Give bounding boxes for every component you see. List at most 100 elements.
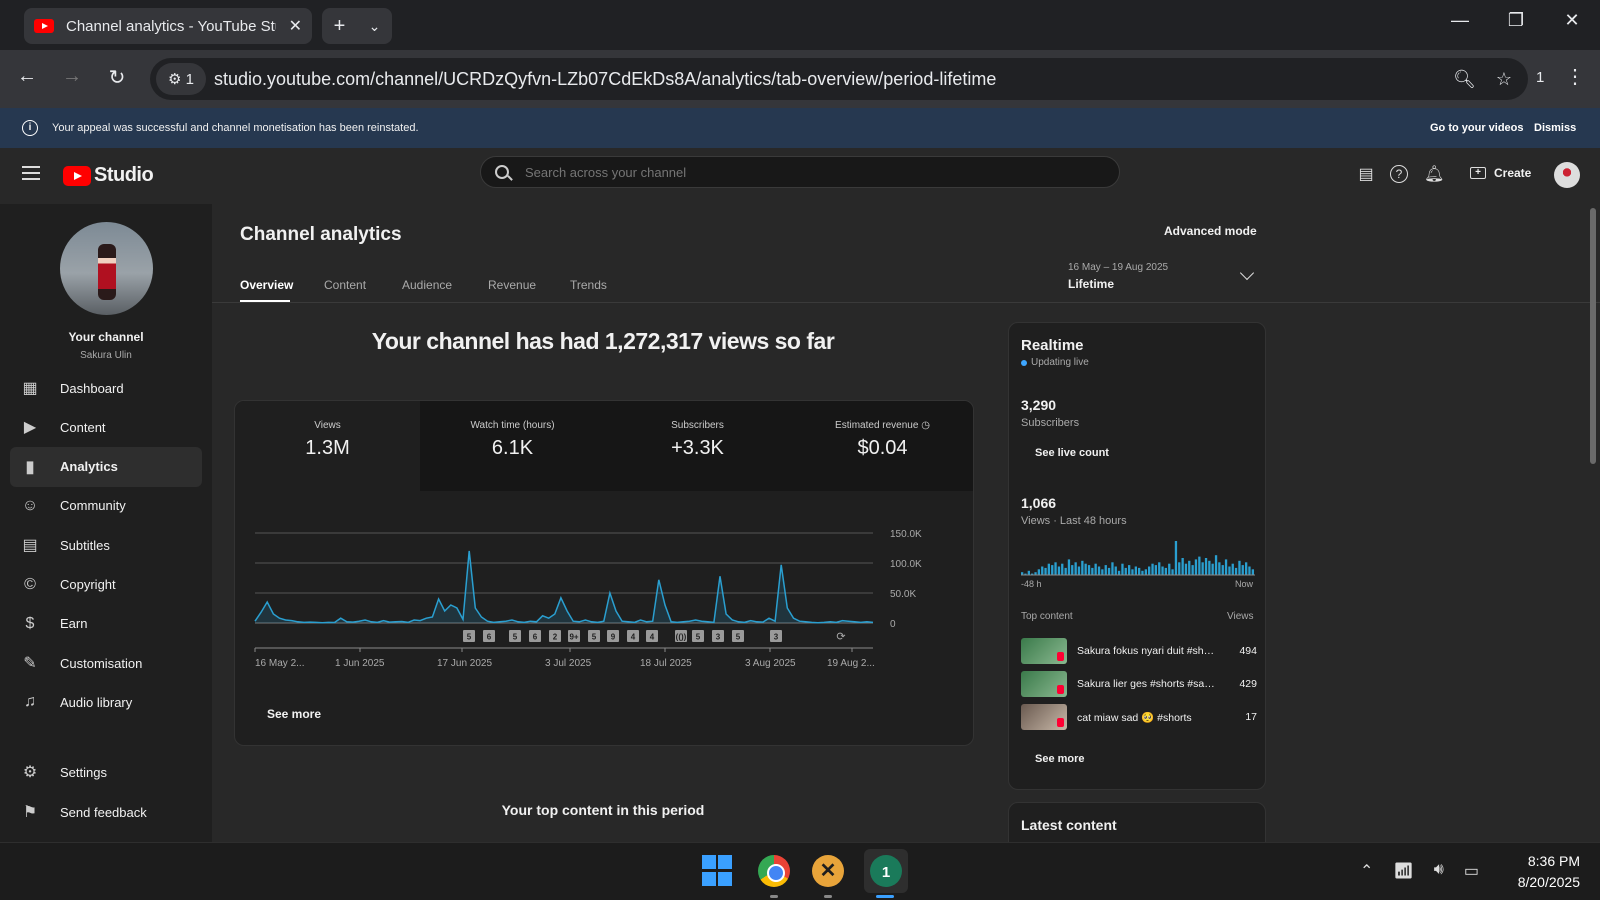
search-bar[interactable] (480, 156, 1120, 188)
metric-estimated-revenue[interactable]: Estimated revenue ◷ $0.04 (790, 401, 973, 491)
address-bar[interactable]: ⚙ 1 studio.youtube.com/channel/UCRDzQyfv… (150, 58, 1528, 100)
channel-avatar[interactable] (60, 222, 153, 315)
x-app-icon[interactable]: ✕ (812, 855, 844, 887)
notification-banner: i Your appeal was successful and channel… (0, 108, 1600, 148)
x-tick-label: 3 Jul 2025 (545, 658, 592, 669)
page-scrollbar[interactable] (1590, 208, 1596, 464)
tray-chevron-up-icon[interactable]: ⌃ (1360, 861, 1373, 881)
restore-icon[interactable]: ❐ (1496, 10, 1536, 31)
new-tab-button[interactable]: + (334, 15, 346, 38)
sidebar-item-send-feedback[interactable]: ⚑ Send feedback (10, 792, 202, 832)
browser-menu-icon[interactable]: ⋮ (1565, 64, 1585, 89)
menu-hamburger-icon[interactable] (22, 166, 40, 184)
url-text[interactable]: studio.youtube.com/channel/UCRDzQyfvn-LZ… (214, 69, 996, 90)
advanced-mode-button[interactable]: Advanced mode (1152, 216, 1269, 246)
studio-logo-text: Studio (94, 164, 154, 186)
realtime-see-more-button[interactable]: See more (1023, 747, 1097, 771)
top-content-item[interactable]: Sakura fokus nyari duit #shorts 494 (1021, 637, 1257, 665)
site-info-chip[interactable]: ⚙ 1 (156, 63, 206, 95)
video-marker-label: 6 (487, 633, 492, 642)
latest-content-card: Latest content (1008, 802, 1266, 842)
sidebar-item-audio-library[interactable]: ♫ Audio library (10, 682, 202, 722)
go-to-videos-button[interactable]: Go to your videos (1430, 122, 1524, 134)
active-app-icon[interactable]: 1 (864, 849, 908, 893)
sidebar-item-label: Audio library (60, 694, 133, 710)
volume-icon[interactable]: 🔊︎ (1434, 861, 1444, 881)
account-avatar[interactable] (1554, 162, 1580, 188)
date-period[interactable]: Lifetime (1068, 277, 1114, 291)
comments-icon[interactable]: ▤ (1356, 164, 1376, 184)
clock-time: 8:36 PM (1527, 853, 1580, 869)
extension-count[interactable]: 1 (1536, 69, 1544, 86)
top-content-item[interactable]: Sakura lier ges #shorts #sakura 429 (1021, 670, 1257, 698)
browser-tab[interactable]: Channel analytics - YouTube Studio ✕ (24, 8, 312, 44)
realtime-bar (1084, 563, 1087, 575)
dismiss-button[interactable]: Dismiss (1534, 122, 1576, 134)
help-icon[interactable]: ? (1390, 165, 1408, 183)
sidebar-item-settings[interactable]: ⚙ Settings (10, 752, 202, 792)
studio-logo[interactable]: Studio (63, 164, 154, 187)
top-content-title: Your top content in this period (501, 802, 705, 818)
sidebar-item-community[interactable]: ☺ Community (10, 486, 202, 526)
realtime-bar (1071, 565, 1074, 575)
views-headline: Your channel has had 1,272,317 views so … (371, 328, 835, 354)
see-more-button[interactable]: See more (257, 701, 331, 727)
realtime-axis-end: Now (1235, 579, 1254, 589)
bookmark-star-icon[interactable]: ☆ (1496, 69, 1512, 90)
forward-icon[interactable]: → (57, 65, 87, 88)
realtime-bar (1064, 567, 1067, 575)
tab-trends[interactable]: Trends (570, 278, 607, 292)
sidebar-item-analytics[interactable]: ▮ Analytics (10, 446, 202, 487)
sidebar-item-dashboard[interactable]: ▦ Dashboard (10, 368, 202, 408)
sidebar-item-customisation[interactable]: ✎ Customisation (10, 643, 202, 683)
metric-label: Views (314, 420, 341, 431)
metric-value: 1.3M (305, 437, 350, 459)
sidebar-item-content[interactable]: ▶ Content (10, 407, 202, 447)
video-title: Sakura fokus nyari duit #shorts (1077, 645, 1217, 657)
tab-close-icon[interactable]: ✕ (289, 16, 302, 36)
windows-start-icon[interactable] (702, 855, 734, 887)
realtime-bar (1234, 567, 1238, 575)
realtime-bar (1061, 563, 1064, 575)
see-live-count-button[interactable]: See live count (1023, 441, 1121, 465)
tab-revenue[interactable]: Revenue (488, 278, 536, 292)
metric-value: +3.3K (671, 437, 724, 459)
system-clock[interactable]: 8:36 PM 8/20/2025 (1500, 851, 1580, 893)
metric-views[interactable]: Views 1.3M (235, 401, 420, 491)
metric-watch-time[interactable]: Watch time (hours) 6.1K (420, 401, 605, 491)
sidebar-item-earn[interactable]: $ Earn (10, 604, 202, 644)
realtime-bar (1238, 560, 1241, 575)
sidebar-item-subtitles[interactable]: ▤ Subtitles (10, 525, 202, 565)
search-input[interactable] (525, 164, 1085, 180)
realtime-bar (1138, 567, 1141, 575)
sidebar-item-copyright[interactable]: © Copyright (10, 565, 202, 605)
y-tick-label: 100.0K (890, 559, 922, 570)
date-dropdown-chevron-icon[interactable] (1239, 265, 1255, 281)
top-content-item[interactable]: cat miaw sad 🥺 #shorts 17 (1021, 703, 1257, 731)
zoom-icon[interactable]: 🔍︎ (1453, 69, 1476, 90)
copyright-icon: © (24, 575, 36, 593)
metric-subscribers[interactable]: Subscribers +3.3K (605, 401, 790, 491)
date-range[interactable]: 16 May – 19 Aug 2025 (1068, 262, 1168, 273)
wifi-icon[interactable]: 📶︎ (1393, 861, 1413, 881)
tab-search-chevron-icon[interactable]: ⌄ (369, 18, 381, 35)
tab-audience[interactable]: Audience (402, 278, 452, 292)
minimize-icon[interactable]: — (1440, 10, 1480, 31)
tab-content[interactable]: Content (324, 278, 366, 292)
window-close-icon[interactable]: ✕ (1552, 10, 1592, 31)
chrome-icon[interactable] (758, 855, 790, 887)
tab-overview[interactable]: Overview (240, 278, 293, 292)
battery-icon[interactable]: ▭ (1464, 861, 1479, 881)
video-marker-label: (()) (676, 633, 687, 642)
x-tick-label: 3 Aug 2025 (745, 658, 796, 669)
realtime-bar (1161, 566, 1164, 575)
realtime-bar (1057, 566, 1061, 575)
realtime-bar (1221, 565, 1224, 575)
notifications-bell-icon[interactable]: 🔔︎ (1424, 164, 1444, 184)
realtime-axis-start: -48 h (1021, 579, 1042, 589)
back-icon[interactable]: ← (12, 65, 42, 88)
sidebar-item-label: Analytics (60, 459, 118, 475)
reload-icon[interactable]: ↻ (102, 65, 132, 90)
create-button[interactable]: + Create (1458, 158, 1543, 188)
video-marker-label: 4 (631, 633, 636, 642)
